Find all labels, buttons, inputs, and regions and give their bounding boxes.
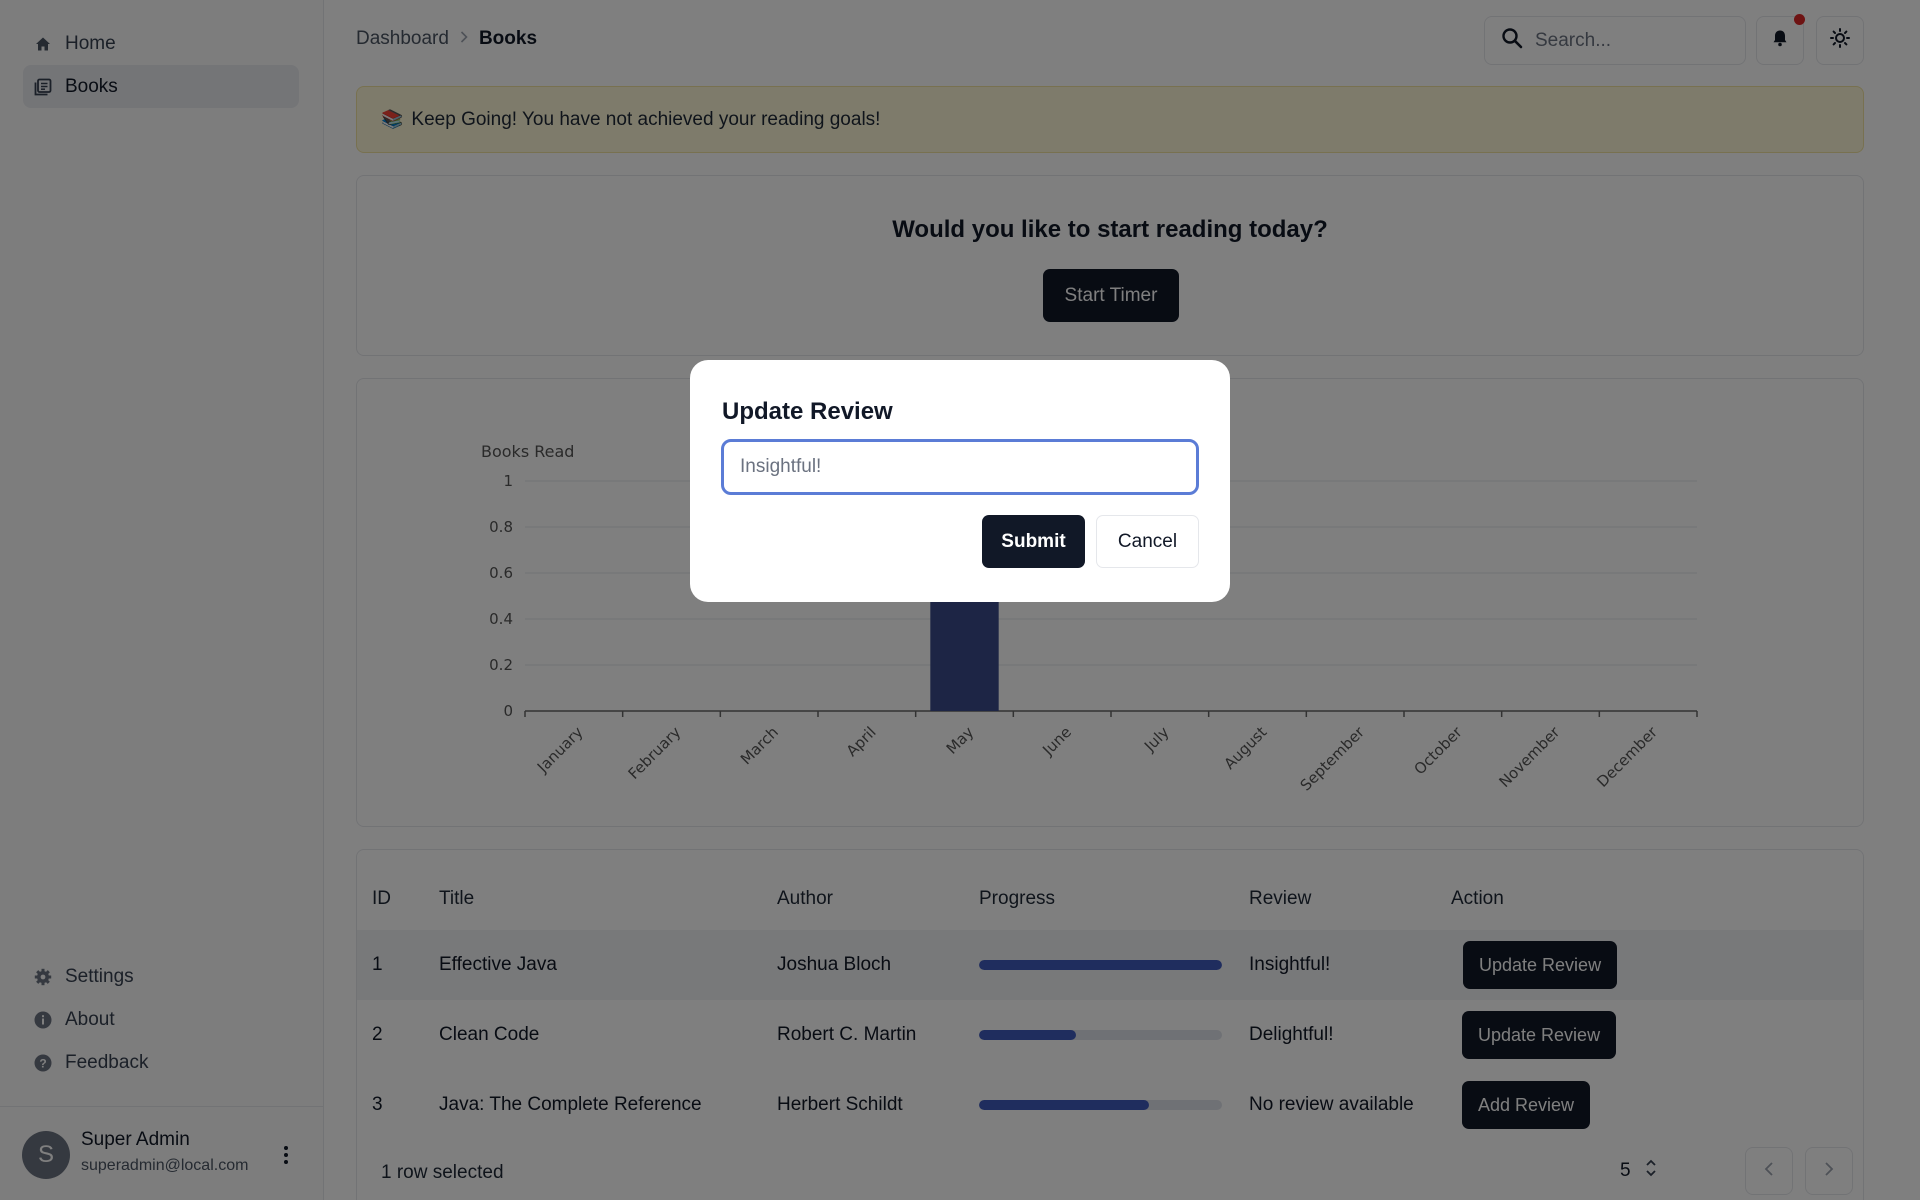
submit-button[interactable]: Submit xyxy=(982,515,1085,568)
cancel-button[interactable]: Cancel xyxy=(1096,515,1199,568)
review-input[interactable] xyxy=(721,439,1199,495)
update-review-dialog: Update Review Submit Cancel xyxy=(690,360,1230,602)
dialog-title: Update Review xyxy=(722,398,893,425)
